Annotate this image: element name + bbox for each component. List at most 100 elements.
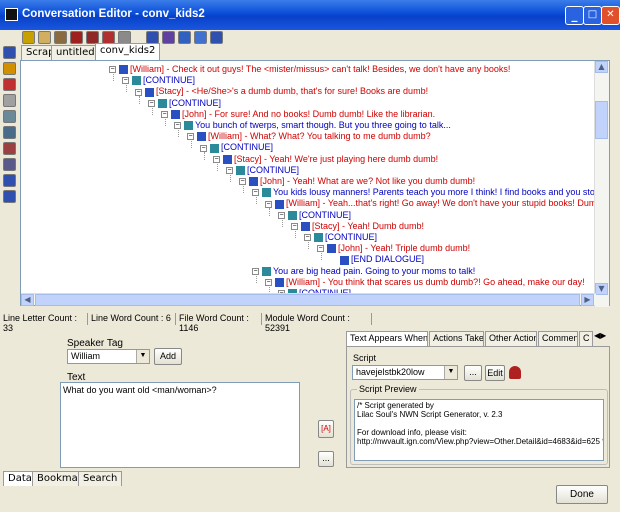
module-word-count: Module Word Count : 52391 xyxy=(262,313,372,333)
pc-reply-icon xyxy=(288,210,297,220)
maximize-button[interactable]: □ xyxy=(583,6,602,25)
tree-node-text: [William] - Yeah...that's right! Go away… xyxy=(286,198,594,209)
scroll-up-icon[interactable]: ▲ xyxy=(595,61,608,73)
paste-icon[interactable] xyxy=(54,31,67,44)
tab-comments[interactable]: Comments xyxy=(538,331,578,346)
tree-node[interactable]: − [CONTINUE] xyxy=(200,142,273,153)
add-reply-icon[interactable] xyxy=(162,31,175,44)
tree-vertical-scrollbar[interactable]: ▲ ▼ xyxy=(594,61,609,307)
tree-connector xyxy=(165,118,166,126)
collapse-toggle-icon[interactable]: − xyxy=(291,222,298,230)
scroll-left-icon[interactable]: ◀ xyxy=(21,294,34,306)
tree-node[interactable]: −[END DIALOGUE] xyxy=(330,254,424,265)
script-generator-icon[interactable] xyxy=(509,366,521,379)
collapse-toggle-icon[interactable]: − xyxy=(122,77,129,85)
tree-node[interactable]: − You kids lousy manners! Parents teach y… xyxy=(252,187,594,198)
collapse-toggle-icon[interactable]: − xyxy=(109,66,116,74)
expand-icon[interactable] xyxy=(3,174,16,187)
collapse-toggle-icon[interactable]: − xyxy=(213,155,220,163)
record-icon[interactable] xyxy=(3,142,16,155)
tree-node[interactable]: − [John] - Yeah! Triple dumb dumb! xyxy=(317,243,470,254)
tree-connector xyxy=(204,152,205,160)
tree-node[interactable]: − [CONTINUE] xyxy=(278,210,351,221)
search-icon[interactable] xyxy=(3,110,16,123)
scroll-down-icon[interactable]: ▼ xyxy=(595,283,608,295)
insert-token-button[interactable]: [A] xyxy=(318,420,334,438)
more-options-button[interactable]: ... xyxy=(318,451,334,467)
add-speaker-button[interactable]: Add xyxy=(154,348,182,365)
cut-icon[interactable] xyxy=(22,31,35,44)
collapse-toggle-icon[interactable]: − xyxy=(304,234,311,242)
disabled-icon[interactable] xyxy=(3,94,16,107)
collapse-toggle-icon[interactable]: − xyxy=(174,122,181,130)
collapse-toggle-icon[interactable]: − xyxy=(317,245,324,253)
find-icon[interactable] xyxy=(3,126,16,139)
collapse-toggle-icon[interactable]: − xyxy=(252,267,259,275)
browse-script-button[interactable]: ... xyxy=(464,365,482,381)
done-button[interactable]: Done xyxy=(556,485,608,504)
tree-node[interactable]: − [Stacy] - Yeah! Dumb dumb! xyxy=(291,221,424,232)
tree-node[interactable]: − [CONTINUE] xyxy=(122,75,195,86)
dialogue-text-area[interactable]: What do you want old <man/woman>? xyxy=(60,382,300,468)
chevron-down-icon[interactable]: ▼ xyxy=(444,366,457,379)
edit-script-button[interactable]: Edit xyxy=(485,365,505,381)
close-button[interactable]: ✕ xyxy=(601,6,620,25)
tree-node[interactable]: − [John] - For sure! And no books! Dumb d… xyxy=(161,109,435,120)
tree-node-text: [CONTINUE] xyxy=(325,232,378,242)
dialogue-tree[interactable]: − [William] - Check it out guys! The <mis… xyxy=(21,61,594,295)
script-select[interactable]: havejelstbk20low ▼ xyxy=(352,365,458,380)
open-icon[interactable] xyxy=(3,62,16,75)
script-icon[interactable] xyxy=(210,31,223,44)
tab-actions-taken[interactable]: Actions Taken xyxy=(429,331,484,346)
preview-line: /* Script generated by xyxy=(357,401,434,410)
collapse-toggle-icon[interactable]: − xyxy=(200,144,207,152)
new-entry-icon[interactable] xyxy=(3,46,16,59)
tree-node[interactable]: − [CONTINUE] xyxy=(226,165,299,176)
preview-line: http://nwvault.ign.com/View.php?view=Oth… xyxy=(357,437,604,446)
tree-node[interactable]: − [William] - Yeah...that's right! Go awa… xyxy=(265,198,594,209)
tree-node[interactable]: − You are big head pain. Going to your mo… xyxy=(252,266,475,277)
scroll-right-icon[interactable]: ▶ xyxy=(581,294,594,306)
tree-node[interactable]: − [CONTINUE] xyxy=(304,232,377,243)
tab-scroll-arrows[interactable]: ◀▶ xyxy=(594,331,616,345)
collapse-toggle-icon[interactable]: − xyxy=(265,200,272,208)
tab-conv-kids2[interactable]: conv_kids2 xyxy=(95,43,161,60)
tab-search[interactable]: Search xyxy=(78,471,123,486)
tree-node-text: [CONTINUE] xyxy=(143,75,196,86)
collapse-toggle-icon[interactable]: − xyxy=(161,110,168,118)
tree-node[interactable]: − [John] - Yeah! What are we? Not like yo… xyxy=(239,176,475,187)
collapse-toggle-icon[interactable]: − xyxy=(252,189,259,197)
remove-icon[interactable] xyxy=(3,78,16,91)
collapse-toggle-icon[interactable]: − xyxy=(135,88,142,96)
tree-node[interactable]: − [William] - Check it out guys! The <mis… xyxy=(109,64,510,75)
tree-node[interactable]: − You bunch of twerps, smart though. But … xyxy=(174,120,451,131)
collapse-toggle-icon[interactable]: − xyxy=(148,99,155,107)
tab-text-appears-when[interactable]: Text Appears When ... xyxy=(346,331,428,346)
minimize-button[interactable]: _ xyxy=(565,6,584,25)
status-bar: Line Letter Count : 33 Line Word Count :… xyxy=(0,312,620,333)
tree-node[interactable]: − [CONTINUE] xyxy=(148,98,221,109)
npc-line-icon xyxy=(249,177,258,187)
h-scroll-thumb[interactable] xyxy=(35,294,580,306)
sound-icon[interactable] xyxy=(3,158,16,171)
collapse-toggle-icon[interactable]: − xyxy=(226,166,233,174)
copy-icon[interactable] xyxy=(38,31,51,44)
tree-node[interactable]: − [Stacy] - <He/She>'s a dumb dumb, that'… xyxy=(135,86,428,97)
star-icon[interactable] xyxy=(194,31,207,44)
tree-horizontal-scrollbar[interactable]: ◀ ▶ xyxy=(21,293,596,306)
tree-node[interactable]: − [Stacy] - Yeah! We're just playing here… xyxy=(213,154,438,165)
collapse-toggle-icon[interactable]: − xyxy=(187,133,194,141)
collapse-toggle-icon[interactable]: − xyxy=(278,211,285,219)
tab-other-actions[interactable]: Other Actions xyxy=(485,331,537,346)
scroll-thumb[interactable] xyxy=(595,101,608,139)
collapse-toggle-icon[interactable]: − xyxy=(265,278,272,286)
link-icon[interactable] xyxy=(178,31,191,44)
tab-c[interactable]: C xyxy=(579,331,593,346)
tree-node[interactable]: − [William] - You think that scares us du… xyxy=(265,277,585,288)
collapse-toggle-icon[interactable]: − xyxy=(239,178,246,186)
collapse-icon[interactable] xyxy=(3,190,16,203)
speaker-tag-select[interactable]: William ▼ xyxy=(67,349,150,364)
delete-icon[interactable] xyxy=(70,31,83,44)
chevron-down-icon[interactable]: ▼ xyxy=(136,350,149,363)
tree-node[interactable]: − [William] - What? What? You talking to … xyxy=(187,131,431,142)
